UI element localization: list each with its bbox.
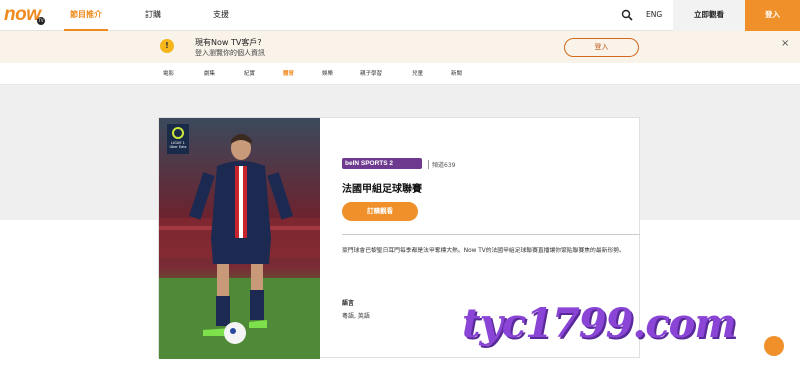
- category-sports[interactable]: 體育: [283, 69, 294, 77]
- channel-logo: beIN SPORTS 2: [342, 158, 422, 169]
- category-movies[interactable]: 電影: [163, 69, 174, 77]
- now-logo[interactable]: now: [4, 4, 41, 26]
- banner-title: 現有Now TV客戶?: [195, 38, 262, 47]
- channel-number: 頻道639: [428, 160, 455, 169]
- category-documentary[interactable]: 紀實: [244, 69, 255, 77]
- login-banner: ! 現有Now TV客戶? 登入瀏覽你的個人資訊 登入 ×: [0, 31, 800, 63]
- program-title: 法國甲組足球聯賽: [342, 184, 422, 195]
- category-news[interactable]: 新聞: [451, 69, 462, 77]
- nav-item-subscribe[interactable]: 訂購: [145, 0, 161, 31]
- category-bar: 電影 劇集 紀實 體育 娛樂 親子學習 兒童 新聞: [0, 63, 800, 85]
- category-kids[interactable]: 兒童: [412, 69, 423, 77]
- program-poster-image: LIGUE 1 Uber Eats: [159, 118, 320, 359]
- watermark: tyc1799.com: [462, 300, 737, 347]
- program-description: 豪門球會巴黎聖日耳門每季都是法甲奪標大熱。Now TV的法國甲組足球聯賽直播讓你…: [342, 248, 625, 254]
- nav-item-support[interactable]: 支援: [213, 0, 229, 31]
- search-icon[interactable]: [621, 9, 633, 21]
- category-entertainment[interactable]: 娛樂: [322, 69, 333, 77]
- login-button[interactable]: 登入: [745, 0, 800, 31]
- top-header: now TV 節目推介 訂購 支援 ENG 立即觀看 登入: [0, 0, 800, 31]
- language-value: 粵語, 英語: [342, 313, 370, 320]
- logo-tv-badge: TV: [37, 17, 45, 25]
- ligue1-badge-text: LIGUE 1 Uber Eats: [169, 141, 187, 149]
- banner-login-button[interactable]: 登入: [564, 38, 639, 57]
- ligue1-badge: LIGUE 1 Uber Eats: [167, 124, 189, 154]
- divider: [342, 234, 640, 235]
- subscribe-watch-button[interactable]: 訂購觀看: [342, 202, 418, 221]
- player-illustration: [159, 134, 320, 359]
- watch-now-button[interactable]: 立即觀看: [673, 0, 745, 31]
- category-drama[interactable]: 劇集: [204, 69, 215, 77]
- chat-button[interactable]: [764, 336, 784, 356]
- close-icon[interactable]: ×: [781, 38, 789, 49]
- language-toggle[interactable]: ENG: [646, 10, 662, 19]
- nav-item-programs[interactable]: 節目推介: [64, 0, 108, 31]
- info-icon: !: [160, 39, 174, 53]
- banner-subtitle: 登入瀏覽你的個人資訊: [195, 49, 265, 57]
- category-family-learning[interactable]: 親子學習: [360, 69, 382, 77]
- language-label: 語言: [342, 300, 355, 307]
